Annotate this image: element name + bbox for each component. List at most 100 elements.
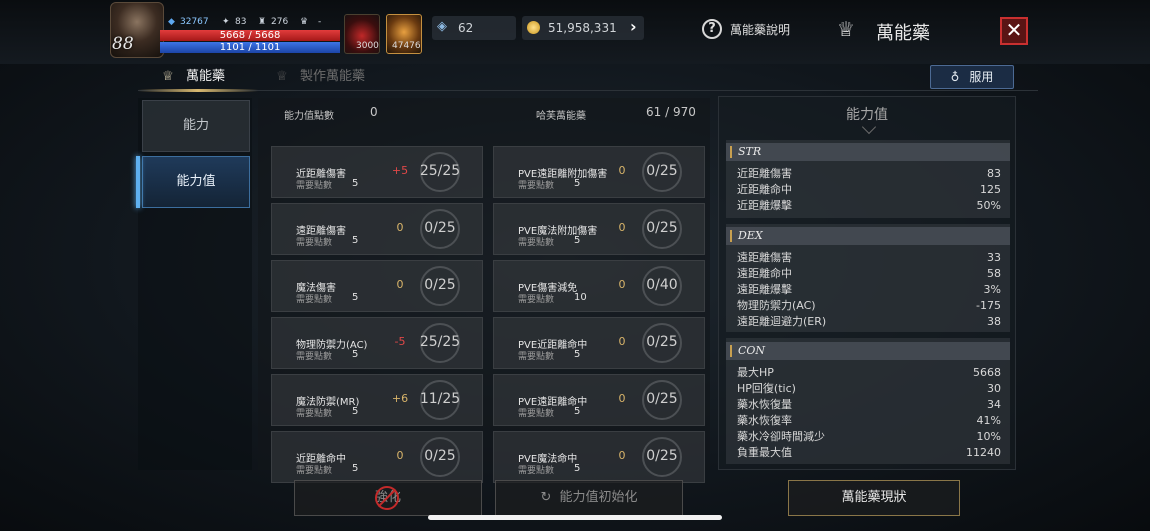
stat-row: 遠距離迴避力(ER) 38 bbox=[737, 314, 1001, 330]
elixir-count-value: 61 / 970 bbox=[646, 105, 696, 119]
required-points-label: 需要點數 bbox=[518, 466, 555, 476]
tab-elixir[interactable]: 萬能藥 bbox=[186, 67, 225, 87]
gold-coin-icon bbox=[527, 21, 540, 34]
ability-count: 25/25 bbox=[419, 163, 461, 179]
required-points-value: 5 bbox=[352, 349, 359, 360]
required-points-value: 5 bbox=[574, 463, 581, 474]
required-points-label: 需要點數 bbox=[296, 295, 333, 305]
stat-row: 近距離爆擊 50% bbox=[737, 198, 1001, 214]
required-points-value: 5 bbox=[352, 292, 359, 303]
trophy-icon: ♛ bbox=[300, 17, 309, 27]
stat-row: 物理防禦力(AC) -175 bbox=[737, 298, 1001, 314]
crystal-value: 62 bbox=[458, 21, 474, 35]
ability-card[interactable]: 魔法傷害 需要點數 5 0 0/25 bbox=[271, 260, 483, 312]
stat-value: 10% bbox=[976, 430, 1001, 443]
close-button[interactable]: ✕ bbox=[1000, 17, 1028, 45]
stat-label: 藥水恢復量 bbox=[737, 398, 792, 411]
ability-card[interactable]: PVE傷害減免 需要點數 10 0 0/40 bbox=[493, 260, 705, 312]
ability-card[interactable]: PVE魔法命中 需要點數 5 0 0/25 bbox=[493, 431, 705, 483]
required-points-value: 5 bbox=[574, 349, 581, 360]
stat-label: 遠距離傷害 bbox=[737, 251, 792, 264]
use-button-label: 服用 bbox=[969, 70, 994, 84]
ability-card[interactable]: PVE遠距離附加傷害 需要點數 5 0 0/25 bbox=[493, 146, 705, 198]
stat-label: 遠距離迴避力(ER) bbox=[737, 315, 827, 328]
sidebar-active-indicator bbox=[136, 156, 140, 208]
ability-count: 0/25 bbox=[424, 277, 456, 293]
required-points-value: 5 bbox=[352, 178, 359, 189]
required-points-label: 需要點數 bbox=[518, 238, 555, 248]
stat-value: 125 bbox=[980, 183, 1001, 196]
home-indicator bbox=[428, 515, 722, 520]
required-points-value: 10 bbox=[574, 292, 587, 303]
weapon-count: 47476 bbox=[392, 41, 421, 51]
use-button[interactable]: ♁ 服用 bbox=[930, 65, 1014, 89]
stat-value: 5668 bbox=[973, 366, 1001, 379]
sidebar-item-ability-value[interactable]: 能力值 bbox=[142, 156, 250, 208]
bonus-value: 0 bbox=[396, 278, 404, 291]
ability-card[interactable]: 物理防禦力(AC) 需要點數 5 -5 25/25 bbox=[271, 317, 483, 369]
ability-card[interactable]: 近距離命中 需要點數 5 0 0/25 bbox=[271, 431, 483, 483]
required-points-value: 5 bbox=[352, 463, 359, 474]
elixir-count-label: 哈芙萬能藥 bbox=[536, 111, 586, 122]
required-points-label: 需要點數 bbox=[518, 295, 555, 305]
gold-currency: 51,958,331 bbox=[522, 16, 644, 40]
required-points-label: 需要點數 bbox=[296, 238, 333, 248]
stat-value: 58 bbox=[987, 267, 1001, 280]
stat-label: 負重最大值 bbox=[737, 446, 792, 459]
reset-stats-button[interactable]: ↻ 能力值初始化 bbox=[495, 480, 683, 516]
stat-row: 藥水恢復量 34 bbox=[737, 397, 1001, 413]
potion-icon: ♁ bbox=[950, 70, 960, 84]
bonus-value: 0 bbox=[618, 164, 626, 177]
ability-count: 11/25 bbox=[419, 391, 461, 407]
ability-card[interactable]: PVE近距離命中 需要點數 5 0 0/25 bbox=[493, 317, 705, 369]
tab-craft-elixir[interactable]: 製作萬能藥 bbox=[300, 67, 365, 87]
ability-card[interactable]: PVE魔法附加傷害 需要點數 5 0 0/25 bbox=[493, 203, 705, 255]
required-points-value: 5 bbox=[574, 406, 581, 417]
ability-count: 25/25 bbox=[419, 334, 461, 350]
stat-label: 藥水冷卻時間減少 bbox=[737, 430, 825, 443]
chevron-right-icon[interactable]: › bbox=[630, 17, 637, 36]
bonus-value: 0 bbox=[396, 449, 404, 462]
stat-value: 33 bbox=[987, 251, 1001, 264]
stat-label: 近距離命中 bbox=[737, 183, 792, 196]
hp-bar: 5668 / 5668 bbox=[160, 30, 340, 41]
required-points-label: 需要點數 bbox=[518, 409, 555, 419]
ability-count: 0/25 bbox=[646, 334, 678, 350]
elixir-status-button[interactable]: 萬能藥現狀 bbox=[788, 480, 960, 516]
help-icon[interactable]: ? bbox=[702, 19, 722, 39]
ability-count: 0/25 bbox=[424, 448, 456, 464]
stat-value: 38 bbox=[987, 315, 1001, 328]
ability-card[interactable]: 近距離傷害 需要點數 5 +5 25/25 bbox=[271, 146, 483, 198]
active-tab-indicator bbox=[138, 89, 258, 92]
stat-a-value: 32767 bbox=[180, 17, 209, 27]
ability-card[interactable]: 遠距離傷害 需要點數 5 0 0/25 bbox=[271, 203, 483, 255]
sidebar-item-ability[interactable]: 能力 bbox=[142, 100, 250, 152]
bonus-value: +5 bbox=[391, 164, 409, 177]
stat-value: 30 bbox=[987, 382, 1001, 395]
ability-count: 0/25 bbox=[646, 448, 678, 464]
con-header: CON bbox=[726, 342, 1010, 360]
bonus-value: 0 bbox=[618, 221, 626, 234]
bonus-value: 0 bbox=[396, 221, 404, 234]
required-points-value: 5 bbox=[574, 235, 581, 246]
crystal-icon: ◈ bbox=[437, 19, 447, 34]
dex-header: DEX bbox=[726, 227, 1010, 245]
bonus-value: -5 bbox=[394, 335, 406, 348]
stat-row: 遠距離傷害 33 bbox=[737, 250, 1001, 266]
ability-card[interactable]: PVE遠距離命中 需要點數 5 0 0/25 bbox=[493, 374, 705, 426]
stat-d-value: - bbox=[318, 17, 322, 27]
ability-card[interactable]: 魔法防禦(MR) 需要點數 5 +6 11/25 bbox=[271, 374, 483, 426]
stat-value: 83 bbox=[987, 167, 1001, 180]
required-points-value: 5 bbox=[352, 406, 359, 417]
stat-label: 最大HP bbox=[737, 366, 774, 379]
armor-icon: ♜ bbox=[258, 17, 267, 27]
stat-value: 34 bbox=[987, 398, 1001, 411]
stat-c-value: 276 bbox=[271, 17, 289, 27]
tab-divider bbox=[138, 90, 1038, 91]
sword-icon: ✦ bbox=[222, 17, 230, 27]
stat-row: 最大HP 5668 bbox=[737, 365, 1001, 381]
help-label[interactable]: 萬能藥說明 bbox=[730, 21, 790, 38]
stat-value: 11240 bbox=[966, 446, 1001, 459]
stat-value: -175 bbox=[976, 299, 1001, 312]
points-label: 能力值點數 bbox=[284, 111, 334, 122]
